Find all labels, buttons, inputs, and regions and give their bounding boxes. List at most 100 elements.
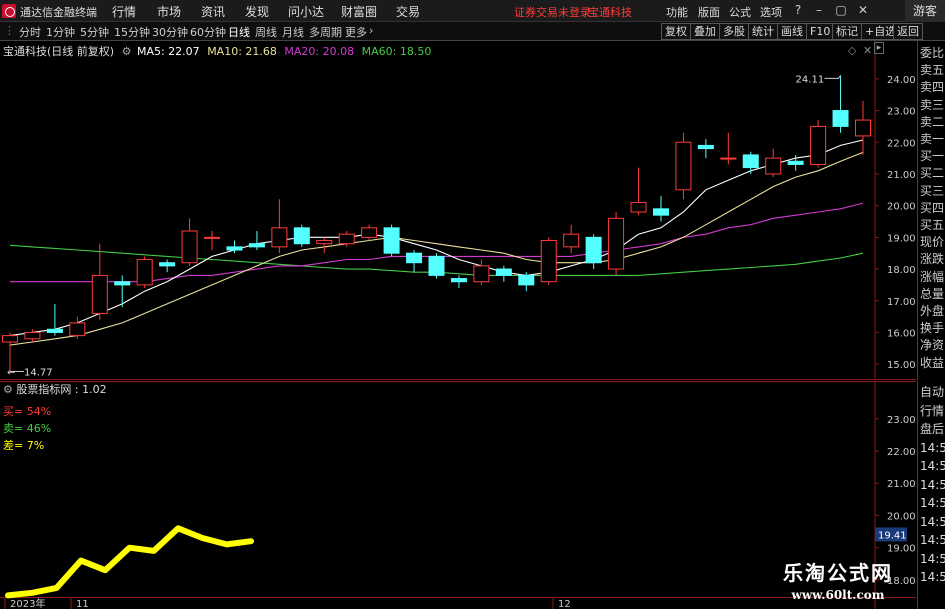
quote-label-16: 换手: [920, 321, 945, 336]
f10-button[interactable]: F10: [806, 23, 835, 40]
back-button[interactable]: 返回: [893, 23, 923, 40]
minimize-icon[interactable]: –: [812, 3, 826, 17]
indicator-tick-label: 20.00: [887, 511, 916, 522]
time-label: 2023年: [10, 597, 45, 609]
maximize-icon[interactable]: ▢: [834, 3, 848, 17]
candle-body: [630, 201, 647, 213]
menu-item-wealth[interactable]: 财富圈: [341, 3, 377, 20]
candle: [204, 231, 221, 251]
menu-item-trade[interactable]: 交易: [396, 3, 420, 20]
legend-gear-icon[interactable]: ⚙: [122, 45, 132, 58]
candle-body: [473, 265, 490, 283]
panel-expand-icon[interactable]: ▸: [874, 42, 884, 54]
period-timeshare[interactable]: 分时: [19, 24, 41, 40]
app-title: 通达信金融终端: [20, 6, 97, 19]
main-kline-chart[interactable]: 24.00 23.00 22.00 21.00 20.00 19.00 18.00 17.00…: [0, 41, 916, 380]
period-weekly[interactable]: 周线: [255, 24, 277, 40]
menu-item-news[interactable]: 资讯: [201, 3, 225, 20]
overlay-button[interactable]: 叠加: [690, 23, 720, 40]
candle: [114, 275, 131, 308]
candle-body: [24, 331, 41, 340]
ma60-legend: MA60: 18.50: [361, 45, 432, 58]
menu-item-layout[interactable]: 版面: [698, 4, 720, 20]
candle: [406, 250, 423, 273]
menu-item-function[interactable]: 功能: [666, 4, 688, 20]
candle-body: [495, 268, 512, 276]
tick-label-7: 14:5: [920, 514, 945, 529]
candle-body: [293, 227, 310, 245]
indicator-gear-icon[interactable]: ⚙: [3, 383, 13, 396]
price-tick-label: 20.00: [887, 202, 916, 213]
quote-label-15: 外盘: [920, 304, 945, 318]
ma10-legend: MA10: 21.68: [207, 45, 277, 58]
candle-body: [136, 259, 153, 286]
candle: [855, 101, 871, 155]
candle-body: [2, 335, 18, 343]
candle-body: [832, 110, 849, 127]
menu-item-quotes[interactable]: 行情: [112, 3, 136, 20]
quote-label-0: 委比: [920, 46, 945, 60]
help-icon[interactable]: ?: [791, 3, 805, 17]
candle: [361, 224, 378, 241]
quote-label-17: 净资: [920, 338, 945, 353]
period-15min[interactable]: 15分钟: [114, 24, 150, 40]
adjust-button[interactable]: 复权: [661, 23, 691, 40]
period-toolbar: ⋮ 分时 1分钟 5分钟 15分钟 30分钟 60分钟 日线 周线 月线 多周期…: [0, 22, 945, 41]
quote-label-6: 买一: [920, 149, 945, 164]
period-60min[interactable]: 60分钟: [190, 24, 226, 40]
candle: [473, 259, 490, 285]
price-tick-label: 21.00: [887, 170, 916, 181]
candle: [316, 237, 333, 254]
candle-body: [720, 157, 737, 160]
candle: [585, 234, 602, 270]
guest-login-button[interactable]: 游客: [905, 0, 945, 22]
period-30min[interactable]: 30分钟: [152, 24, 188, 40]
ma20-legend: MA20: 20.08: [284, 45, 355, 58]
current-price-tag: 19.41: [878, 530, 907, 541]
stats-button[interactable]: 统计: [748, 23, 778, 40]
diamond-icon[interactable]: ◇: [848, 44, 856, 57]
login-notice[interactable]: 证券交易未登录: [514, 4, 591, 20]
candle-body: [697, 144, 714, 150]
quote-label-13: 涨幅: [920, 269, 945, 284]
period-monthly[interactable]: 月线: [282, 24, 304, 40]
menu-item-ask[interactable]: 问小达: [288, 3, 324, 20]
candle-body: [406, 252, 423, 264]
period-daily[interactable]: 日线: [228, 24, 250, 40]
indicator-tick-label: 23.00: [887, 415, 916, 426]
indicator-tick-label: 22.00: [887, 447, 916, 458]
candle: [2, 332, 18, 372]
period-multi[interactable]: 多周期: [309, 24, 342, 40]
menu-item-market[interactable]: 市场: [157, 3, 181, 20]
quote-label-8: 买三: [920, 183, 945, 198]
candle: [652, 196, 669, 222]
quote-label-18: 收益: [920, 355, 945, 370]
price-tick-label: 22.00: [887, 138, 916, 149]
price-tick-label: 15.00: [887, 360, 916, 371]
period-more[interactable]: 更多: [345, 24, 367, 40]
candle: [832, 75, 849, 133]
candle: [765, 148, 782, 178]
indicator-title: 股票指标网 : 1.02: [16, 383, 107, 396]
ma10-line: [9, 151, 864, 346]
time-label: 12: [558, 599, 571, 609]
more-chevron-icon[interactable]: ›: [369, 24, 373, 37]
candle-body: [181, 230, 198, 264]
watermark-url: www.60lt.com: [791, 588, 885, 602]
sell-ratio: 卖= 46%: [3, 422, 52, 435]
period-1min[interactable]: 1分钟: [46, 24, 75, 40]
candle-body: [114, 281, 131, 286]
quote-label-12: 涨跌: [920, 252, 945, 267]
candle-body: [563, 233, 580, 248]
draw-line-button[interactable]: 画线: [777, 23, 807, 40]
multi-stock-button[interactable]: 多股: [719, 23, 749, 40]
panel-close-icon[interactable]: ✕: [863, 44, 872, 57]
menu-item-formula[interactable]: 公式: [729, 4, 751, 20]
period-5min[interactable]: 5分钟: [80, 24, 109, 40]
close-icon[interactable]: ✕: [856, 3, 870, 17]
menu-item-discover[interactable]: 发现: [245, 3, 269, 20]
mark-button[interactable]: 标记: [832, 23, 862, 40]
candle: [675, 132, 692, 200]
menu-item-options[interactable]: 选项: [760, 4, 782, 20]
kline-svg[interactable]: 24.00 23.00 22.00 21.00 20.00 19.00 18.00 17.00…: [0, 41, 916, 380]
